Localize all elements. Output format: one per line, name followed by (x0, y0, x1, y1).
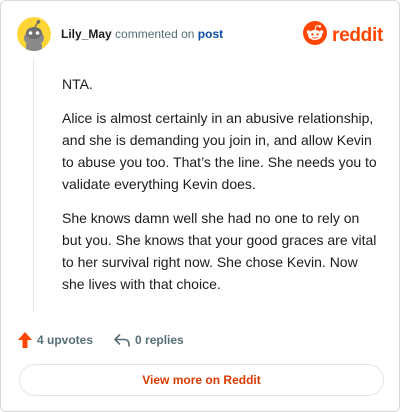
reddit-brand-link[interactable]: reddit (303, 21, 383, 50)
comment-paragraph: She knows damn well she had no one to re… (62, 210, 377, 292)
reddit-comment-embed: Lily_May commented on post reddit NTA. A… (0, 0, 400, 412)
comment-body: NTA. Alice is almost certainly in an abu… (62, 73, 382, 307)
reddit-logo-icon (303, 21, 328, 50)
comment-paragraph: Alice is almost certainly in an abusive … (62, 110, 377, 192)
upvote-button[interactable]: 4 upvotes (17, 331, 93, 349)
upvote-count: 4 upvotes (37, 333, 94, 347)
replies-button[interactable]: 0 replies (113, 332, 184, 348)
replies-count: 0 replies (135, 333, 184, 347)
upvote-arrow-icon (17, 331, 33, 349)
comment-paragraph: NTA. (62, 76, 93, 92)
reply-arrow-icon (113, 332, 131, 348)
snoo-avatar-icon[interactable] (17, 17, 51, 51)
comment-meta: Lily_May commented on post (61, 26, 223, 42)
thread-line (33, 59, 34, 313)
view-more-button[interactable]: View more on Reddit (19, 364, 384, 396)
post-link[interactable]: post (198, 27, 223, 41)
username-link[interactable]: Lily_May (61, 27, 112, 41)
comment-header: Lily_May commented on post reddit (17, 17, 383, 51)
comment-actions: 4 upvotes 0 replies (17, 330, 184, 350)
reddit-wordmark: reddit (332, 24, 383, 46)
commented-on-text: commented on (115, 27, 195, 41)
